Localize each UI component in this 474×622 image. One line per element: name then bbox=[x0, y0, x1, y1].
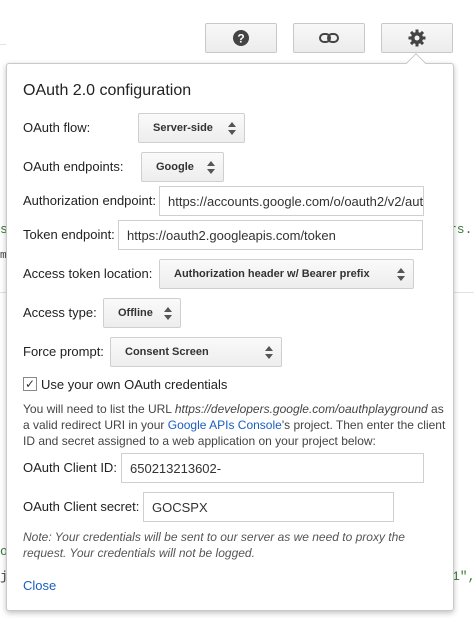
auth-endpoint-label: Authorization endpoint: bbox=[23, 193, 156, 208]
own-credentials-checkbox[interactable]: ✓ bbox=[23, 377, 37, 391]
own-credentials-label[interactable]: Use your own OAuth credentials bbox=[41, 377, 227, 392]
svg-text:?: ? bbox=[237, 32, 244, 46]
select-arrows-icon bbox=[397, 268, 405, 281]
oauth-endpoints-select[interactable]: Google bbox=[141, 152, 224, 182]
client-secret-label: OAuth Client secret: bbox=[23, 499, 140, 514]
client-secret-input[interactable]: GOCSPX bbox=[143, 492, 394, 522]
redirect-url: https://developers.google.com/oauthplayg… bbox=[174, 402, 428, 416]
link-icon bbox=[319, 32, 339, 44]
client-id-input[interactable]: 650213213602- bbox=[121, 453, 424, 483]
info-text: You will need to list the URL bbox=[23, 402, 175, 416]
link-button[interactable] bbox=[293, 23, 365, 53]
force-prompt-value: Consent Screen bbox=[125, 346, 209, 358]
access-type-label: Access type: bbox=[23, 305, 97, 320]
select-arrows-icon bbox=[207, 161, 215, 174]
checkmark-icon: ✓ bbox=[24, 377, 36, 391]
panel-title: OAuth 2.0 configuration bbox=[23, 82, 192, 99]
token-endpoint-label: Token endpoint: bbox=[23, 227, 115, 242]
gear-icon bbox=[408, 29, 426, 47]
oauth-endpoints-value: Google bbox=[156, 161, 194, 173]
help-button[interactable]: ? bbox=[205, 23, 277, 53]
token-location-label: Access token location: bbox=[23, 266, 153, 281]
token-location-value: Authorization header w/ Bearer prefix bbox=[174, 268, 370, 280]
token-endpoint-input[interactable]: https://oauth2.googleapis.com/token bbox=[118, 220, 423, 250]
access-type-select[interactable]: Offline bbox=[103, 298, 181, 328]
redirect-uri-instructions: You will need to list the URL https://de… bbox=[23, 401, 448, 449]
token-location-select[interactable]: Authorization header w/ Bearer prefix bbox=[159, 259, 414, 289]
auth-endpoint-input[interactable]: https://accounts.google.com/o/oauth2/v2/… bbox=[159, 186, 424, 216]
background-code-fragment: 1", bbox=[452, 569, 474, 584]
oauth-endpoints-label: OAuth endpoints: bbox=[23, 159, 124, 174]
select-arrows-icon bbox=[164, 307, 172, 320]
select-arrows-icon bbox=[265, 346, 273, 359]
oauth-config-panel: OAuth 2.0 configuration OAuth flow: Serv… bbox=[6, 63, 454, 611]
credentials-note: Note: Your credentials will be sent to o… bbox=[23, 530, 405, 560]
google-apis-console-link[interactable]: Google APIs Console bbox=[168, 418, 282, 432]
oauth-flow-label: OAuth flow: bbox=[23, 120, 91, 135]
question-circle-icon: ? bbox=[232, 29, 250, 47]
force-prompt-label: Force prompt: bbox=[23, 344, 104, 359]
oauth-flow-value: Server-side bbox=[153, 122, 213, 134]
settings-button[interactable] bbox=[381, 23, 453, 53]
oauth-flow-select[interactable]: Server-side bbox=[138, 113, 245, 143]
close-link[interactable]: Close bbox=[23, 578, 56, 593]
select-arrows-icon bbox=[228, 122, 236, 135]
background-divider bbox=[0, 44, 6, 45]
force-prompt-select[interactable]: Consent Screen bbox=[110, 337, 282, 367]
access-type-value: Offline bbox=[118, 307, 153, 319]
client-id-label: OAuth Client ID: bbox=[23, 460, 117, 475]
